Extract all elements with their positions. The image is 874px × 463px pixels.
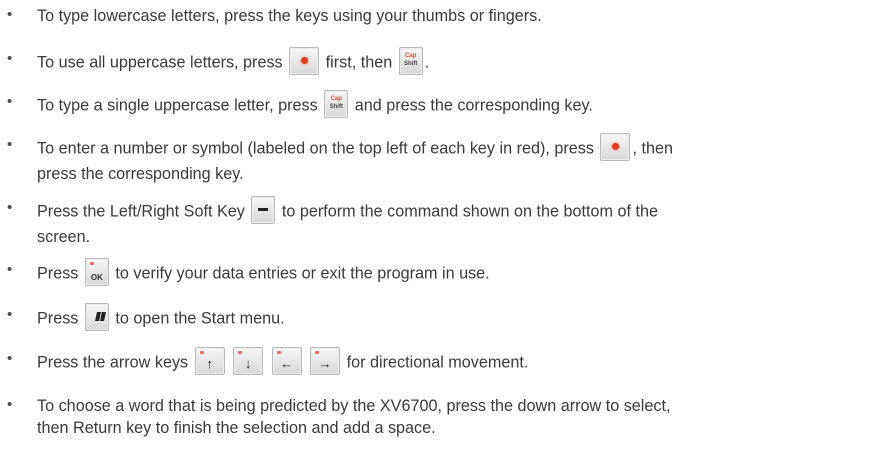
- red-mark-icon: [89, 262, 94, 265]
- bullet: •: [7, 306, 13, 323]
- cap-shift-key-icon: Cap Shift: [324, 90, 349, 118]
- bullet: •: [7, 136, 13, 153]
- windows-logo-icon: [94, 312, 106, 321]
- item-text-part: to open the Start menu.: [115, 309, 285, 328]
- item-text-part: .: [424, 53, 430, 72]
- item-text: Press OK to verify your data entries or …: [37, 258, 864, 288]
- item-text: Press to open the Start menu.: [37, 303, 864, 333]
- item-text-part: Press the arrow keys: [37, 353, 189, 372]
- item-text-part: To choose a word that is being predicted…: [37, 397, 671, 415]
- item-text: To use all uppercase letters, press firs…: [37, 47, 864, 77]
- up-arrow-label: ↑: [206, 356, 213, 371]
- left-arrow-key-icon: ←: [271, 347, 302, 375]
- bullet: •: [7, 50, 13, 67]
- down-arrow-label: ↓: [244, 356, 252, 371]
- item-text-part: To type a single uppercase letter, press: [37, 96, 318, 115]
- item-text-part: then Return key to finish the selection …: [37, 419, 436, 437]
- instruction-page: • To type lowercase letters, press the k…: [0, 0, 874, 463]
- bullet: •: [7, 350, 13, 367]
- bullet: •: [7, 6, 13, 23]
- right-arrow-label: →: [318, 356, 332, 371]
- up-arrow-key-icon: ↑: [194, 347, 225, 375]
- left-arrow-label: ←: [280, 356, 294, 371]
- item-text: Press the arrow keys ↑ ↓ ← → for directi…: [37, 347, 864, 377]
- item-text: Press the Left/Right Soft Key to perform…: [37, 196, 864, 248]
- item-text-part: Press the Left/Right Soft Key: [37, 202, 245, 221]
- right-arrow-key-icon: →: [310, 347, 341, 375]
- item-text-part: for directional movement.: [346, 353, 529, 372]
- soft-key-bar: [258, 208, 269, 211]
- item-text-part: To use all uppercase letters, press: [37, 53, 283, 72]
- ok-label: OK: [90, 273, 103, 282]
- item-text: To choose a word that is being predicted…: [37, 395, 864, 439]
- item-text-part: screen.: [37, 228, 91, 246]
- bullet: •: [7, 199, 13, 216]
- cap-label: Cap: [330, 96, 342, 102]
- bullet: •: [7, 261, 13, 278]
- red-dot-icon: [612, 143, 620, 150]
- bullet: •: [7, 396, 13, 413]
- red-dot-icon: [301, 57, 309, 64]
- ok-key-icon: OK: [84, 258, 109, 286]
- item-text: To type a single uppercase letter, press…: [37, 90, 864, 120]
- function-key-icon: [600, 133, 631, 161]
- down-arrow-key-icon: ↓: [233, 347, 264, 375]
- cap-label: Cap: [405, 53, 417, 59]
- soft-key-icon: [251, 196, 276, 224]
- shift-label: Shift: [404, 61, 418, 67]
- item-text-part: to verify your data entries or exit the …: [115, 264, 490, 283]
- item-text-part: and press the corresponding key.: [354, 96, 593, 115]
- item-text-part: To enter a number or symbol (labeled on …: [37, 139, 594, 158]
- item-text: To enter a number or symbol (labeled on …: [37, 133, 864, 185]
- item-text-part: to perform the command shown on the bott…: [281, 202, 658, 221]
- bullet: •: [7, 93, 13, 110]
- item-text-part: , then: [632, 139, 673, 158]
- windows-start-key-icon: [84, 303, 109, 331]
- shift-label: Shift: [329, 104, 343, 110]
- cap-shift-key-icon: Cap Shift: [398, 47, 423, 75]
- item-text: To type lowercase letters, press the key…: [37, 7, 542, 25]
- item-text-part: first, then: [325, 53, 393, 72]
- item-text-part: Press: [37, 309, 79, 328]
- function-key-icon: [289, 47, 320, 75]
- item-text-part: Press: [37, 264, 79, 283]
- item-text-part: press the corresponding key.: [37, 165, 244, 183]
